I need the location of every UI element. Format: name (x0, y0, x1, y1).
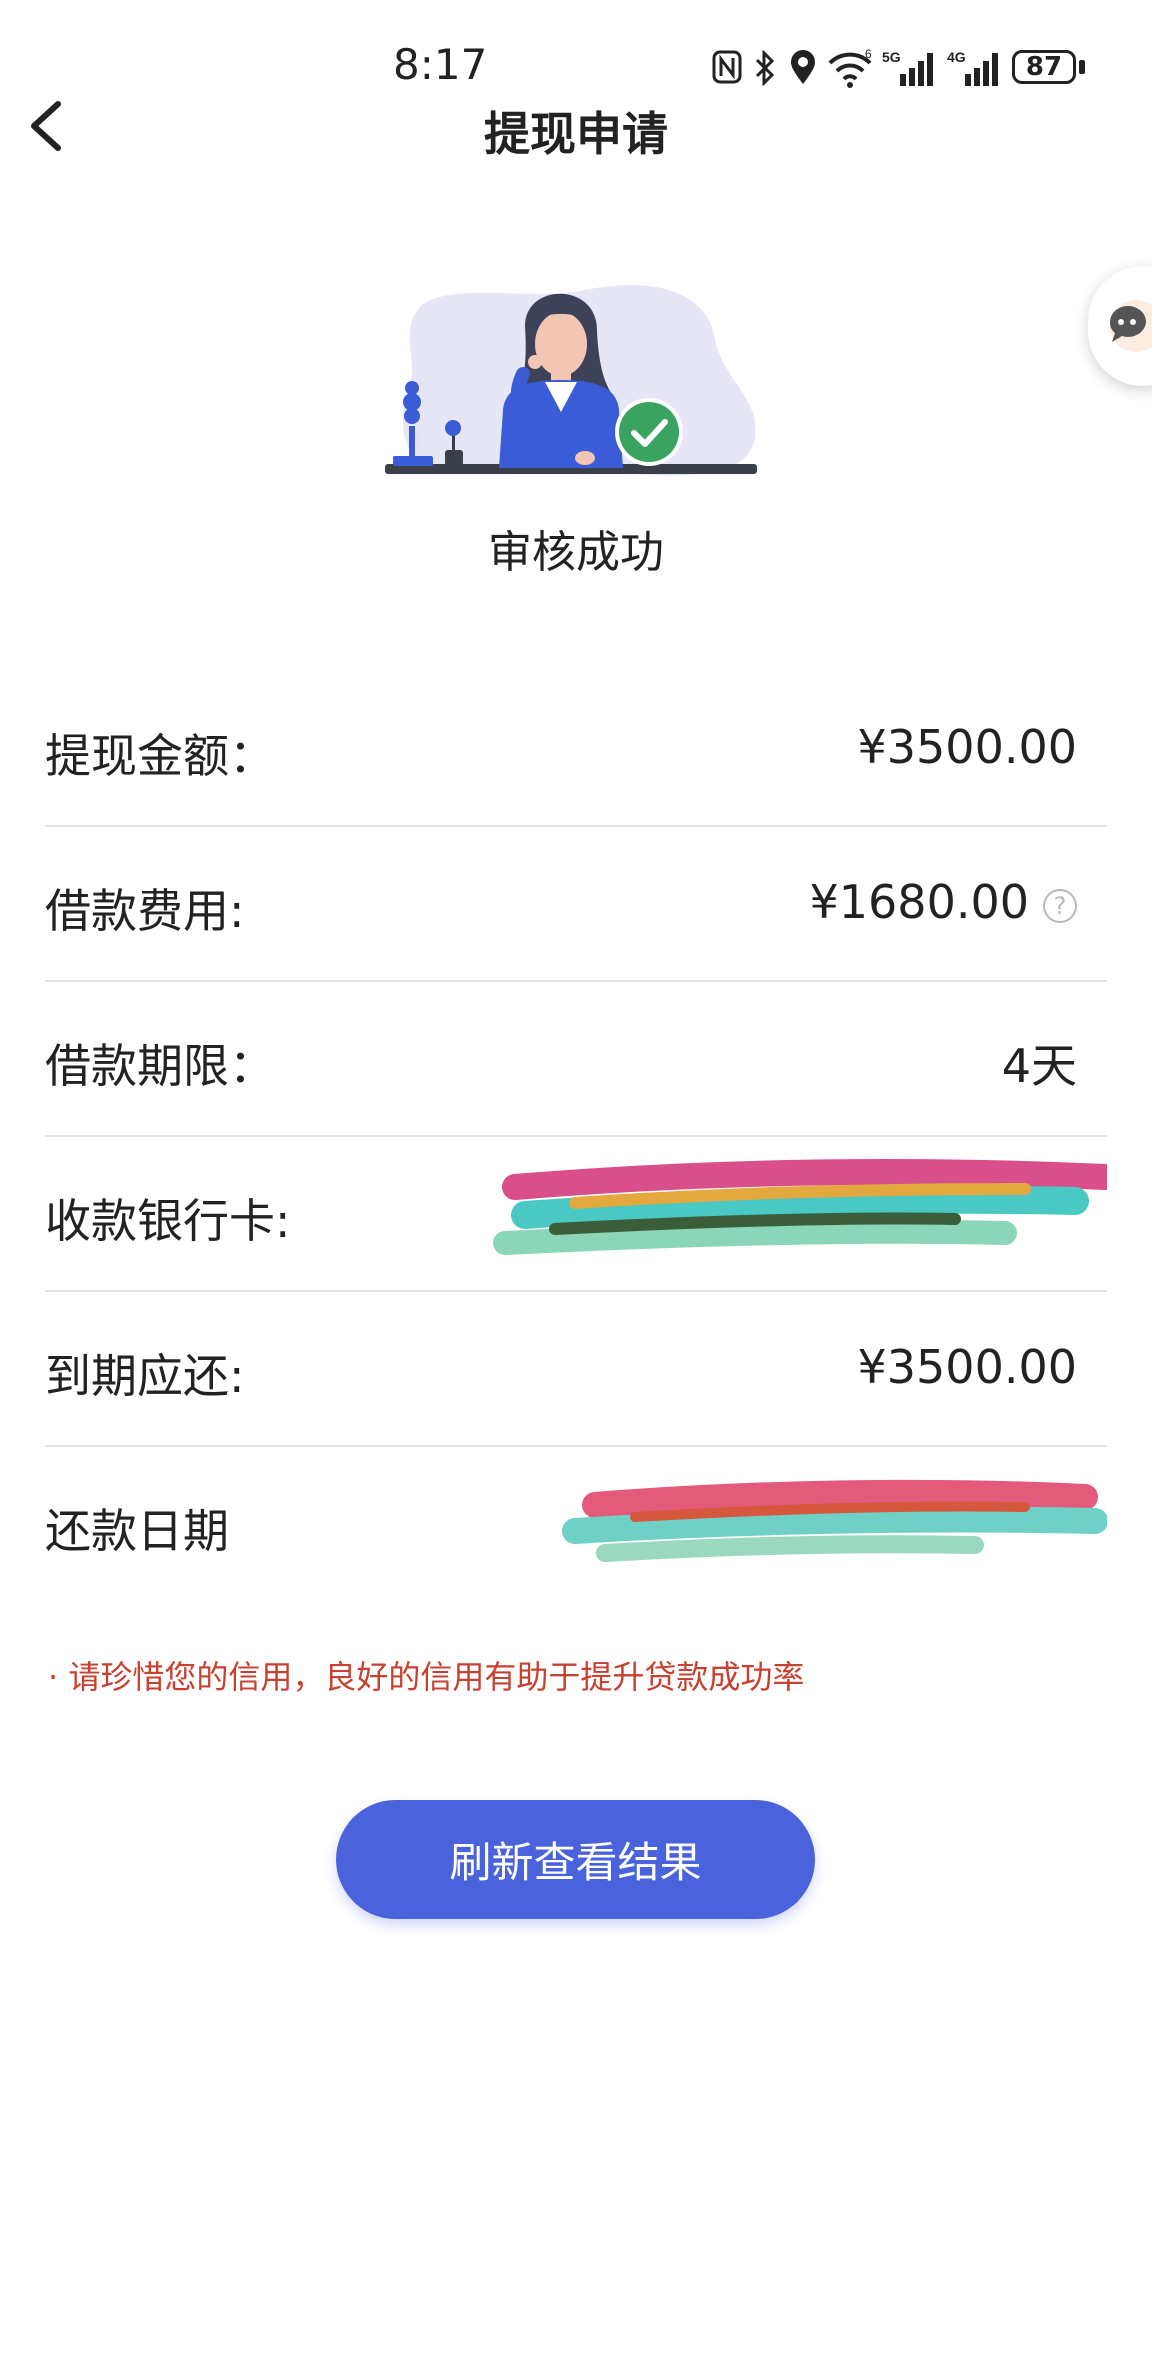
detail-value: ¥3500.00 (857, 720, 1078, 774)
detail-label: 借款费用: (45, 884, 245, 938)
detail-row-bank-card: 收款银行卡: (45, 1137, 1107, 1292)
detail-label: 还款日期 (45, 1504, 229, 1558)
question-circle-icon[interactable]: ? (1043, 889, 1077, 923)
battery-icon: 87 (1012, 50, 1076, 84)
wifi-version-label: 6 (865, 48, 872, 61)
review-status-title: 审核成功 (488, 527, 664, 578)
refresh-result-button[interactable]: 刷新查看结果 (336, 1800, 815, 1919)
detail-value: ¥1680.00 (809, 875, 1030, 929)
redaction-scribble (562, 1479, 1107, 1562)
detail-row-amount: 提现金额： ¥3500.00 (45, 672, 1107, 827)
nfc-icon (712, 50, 742, 84)
wifi-icon: 6 (828, 48, 872, 88)
detail-label: 到期应还: (45, 1349, 245, 1403)
detail-row-repayment-date: 还款日期 (45, 1447, 1107, 1602)
withdrawal-details: 提现金额： ¥3500.00 借款费用: ¥1680.00 ? 借款期限： 4天… (45, 672, 1107, 1602)
detail-label: 收款银行卡: (45, 1194, 291, 1248)
status-time: 8:17 (393, 40, 488, 89)
sim1-network-label: 5G (882, 49, 901, 65)
review-success-illustration (385, 285, 757, 476)
detail-value: ¥3500.00 (857, 1340, 1078, 1394)
detail-row-term: 借款期限： 4天 (45, 982, 1107, 1137)
redaction-scribble (493, 1159, 1107, 1255)
detail-row-fee: 借款费用: ¥1680.00 ? (45, 827, 1107, 982)
signal-4g-icon: 4G (947, 49, 998, 86)
bluetooth-icon (755, 50, 775, 86)
credit-notice: · 请珍惜您的信用，良好的信用有助于提升贷款成功率 (48, 1658, 805, 1696)
customer-service-button[interactable] (1088, 266, 1152, 386)
detail-row-due-amount: 到期应还: ¥3500.00 (45, 1292, 1107, 1447)
status-icons: 6 5G 4G 87 (712, 46, 1087, 90)
sim2-network-label: 4G (947, 49, 966, 65)
chat-icon (1109, 300, 1152, 352)
battery-tip (1079, 60, 1085, 74)
detail-label: 提现金额： (45, 729, 275, 783)
location-icon (791, 50, 815, 84)
page-title: 提现申请 (484, 107, 668, 161)
detail-value: 4天 (1001, 1039, 1077, 1093)
signal-5g-icon: 5G (882, 49, 933, 86)
detail-label: 借款期限： (45, 1039, 275, 1093)
